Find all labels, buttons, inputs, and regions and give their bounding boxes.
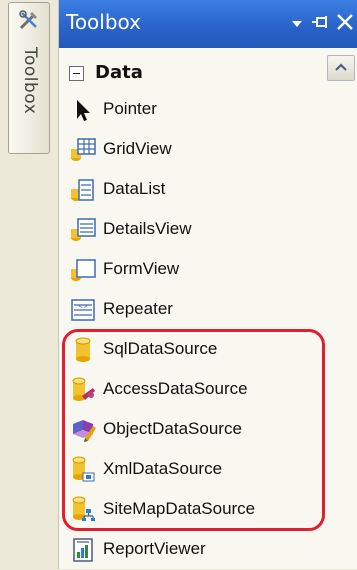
toolbox-item-detailsview[interactable]: DetailsView: [63, 210, 321, 250]
item-label: Pointer: [103, 99, 157, 118]
detailsview-icon: [71, 218, 96, 241]
pointer-icon: [77, 100, 90, 121]
category-label: Data: [95, 62, 143, 83]
gridview-icon: [71, 138, 96, 161]
annotation-highlight-box: [62, 329, 325, 531]
reportviewer-icon: [73, 538, 93, 562]
category-data[interactable]: Data: [65, 56, 323, 94]
toolbox-item-pointer[interactable]: Pointer: [63, 90, 321, 130]
toolbox-item-reportviewer[interactable]: ReportViewer: [63, 530, 321, 570]
toolbox-tools-icon: [19, 10, 37, 30]
formview-icon: [71, 259, 96, 281]
toolbox-item-gridview[interactable]: GridView: [63, 130, 321, 170]
item-label: DataList: [103, 179, 166, 198]
repeater-icon: <>: [71, 299, 95, 321]
collapse-toggle-icon[interactable]: [69, 66, 84, 81]
toolbox-item-repeater[interactable]: <> Repeater: [63, 290, 321, 330]
dock-strip: Toolbox: [0, 0, 58, 569]
chevron-up-icon: [335, 63, 347, 71]
item-label: GridView: [103, 139, 172, 158]
toolbox-item-datalist[interactable]: DataList: [63, 170, 321, 210]
item-label: Repeater: [103, 299, 173, 318]
item-label: FormView: [103, 259, 180, 278]
close-icon[interactable]: [333, 9, 357, 35]
toolbox-item-formview[interactable]: FormView: [63, 250, 321, 290]
panel-title: Toolbox: [66, 10, 141, 34]
scroll-up-button[interactable]: [327, 55, 355, 81]
item-label: ReportViewer: [103, 539, 206, 558]
svg-text:<>: <>: [78, 303, 88, 310]
item-label: DetailsView: [103, 219, 192, 238]
dock-tab-toolbox[interactable]: Toolbox: [8, 2, 50, 154]
pin-icon[interactable]: [309, 9, 333, 35]
title-bar: Toolbox: [59, 0, 357, 48]
datalist-icon: [71, 179, 94, 201]
dropdown-icon[interactable]: [285, 9, 309, 35]
dock-tab-label: Toolbox: [20, 47, 40, 115]
